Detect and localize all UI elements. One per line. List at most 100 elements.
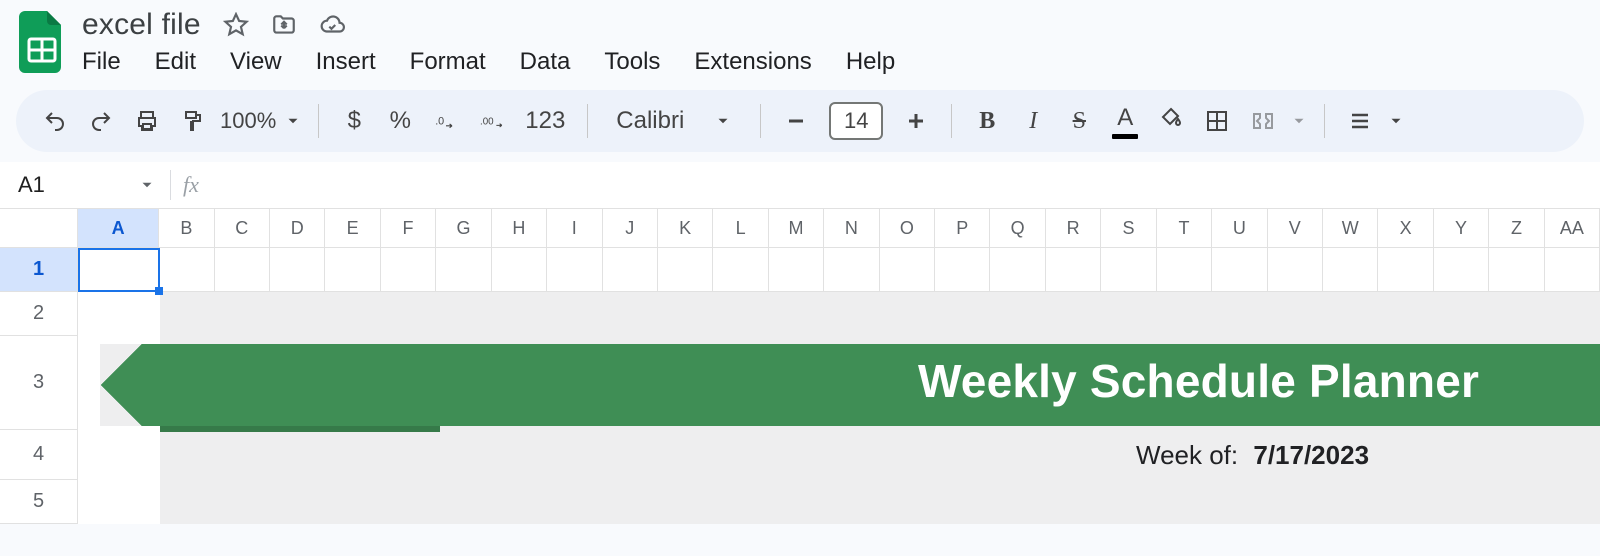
column-header[interactable]: N [824, 209, 879, 247]
cell[interactable] [1157, 248, 1212, 292]
font-size-input[interactable]: 14 [829, 102, 883, 140]
cell[interactable] [603, 248, 658, 292]
cell[interactable] [1378, 248, 1433, 292]
menu-view[interactable]: View [230, 48, 282, 76]
cell[interactable] [436, 248, 491, 292]
column-header[interactable]: C [215, 209, 270, 247]
column-header[interactable]: V [1268, 209, 1323, 247]
font-size-decrease-button[interactable] [777, 102, 815, 140]
cell[interactable] [1046, 248, 1101, 292]
chevron-down-icon[interactable] [1387, 112, 1405, 130]
column-header[interactable]: P [935, 209, 990, 247]
row-header[interactable]: 4 [0, 430, 78, 480]
menu-tools[interactable]: Tools [604, 48, 660, 76]
cell[interactable] [325, 248, 380, 292]
cell[interactable] [935, 248, 990, 292]
column-header[interactable]: W [1323, 209, 1378, 247]
cloud-status-icon[interactable] [319, 12, 345, 38]
column-header[interactable]: F [381, 209, 436, 247]
format-123-button[interactable]: 123 [519, 102, 571, 140]
menu-file[interactable]: File [82, 48, 121, 76]
menu-help[interactable]: Help [846, 48, 895, 76]
text-color-button[interactable]: A [1106, 102, 1144, 140]
formula-input[interactable] [211, 162, 1600, 208]
cell[interactable] [769, 248, 824, 292]
column-header[interactable]: X [1378, 209, 1433, 247]
cell[interactable] [824, 248, 879, 292]
name-box[interactable]: A1 [0, 172, 170, 198]
paint-format-button[interactable] [174, 102, 212, 140]
cell[interactable] [78, 430, 159, 480]
format-percent-button[interactable]: % [381, 102, 419, 140]
cell[interactable] [492, 248, 547, 292]
cell[interactable] [215, 248, 270, 292]
cell[interactable] [78, 248, 159, 292]
cell[interactable] [1101, 248, 1156, 292]
column-header[interactable]: S [1101, 209, 1156, 247]
fill-color-button[interactable] [1152, 102, 1190, 140]
column-header[interactable]: K [658, 209, 713, 247]
column-header[interactable]: I [547, 209, 602, 247]
format-currency-button[interactable]: $ [335, 102, 373, 140]
cell[interactable] [658, 248, 713, 292]
column-header[interactable]: Q [990, 209, 1045, 247]
strike-button[interactable]: S [1060, 102, 1098, 140]
column-header[interactable]: H [492, 209, 547, 247]
menu-edit[interactable]: Edit [155, 48, 196, 76]
font-family-dropdown[interactable]: Calibri [604, 107, 744, 135]
app-icon[interactable] [16, 8, 68, 76]
bold-button[interactable]: B [968, 102, 1006, 140]
cell[interactable] [1323, 248, 1378, 292]
borders-button[interactable] [1198, 102, 1236, 140]
font-size-increase-button[interactable] [897, 102, 935, 140]
cell[interactable] [381, 248, 436, 292]
chevron-down-icon[interactable] [1290, 112, 1308, 130]
star-icon[interactable] [223, 12, 249, 38]
column-header[interactable]: U [1212, 209, 1267, 247]
column-header[interactable]: B [159, 209, 214, 247]
cell[interactable] [990, 248, 1045, 292]
column-header[interactable]: M [769, 209, 824, 247]
horizontal-align-button[interactable] [1341, 102, 1379, 140]
menu-data[interactable]: Data [520, 48, 571, 76]
column-header[interactable]: R [1046, 209, 1101, 247]
cell[interactable] [1212, 248, 1267, 292]
column-header[interactable]: E [325, 209, 380, 247]
cell[interactable] [1268, 248, 1323, 292]
column-header[interactable]: J [603, 209, 658, 247]
doc-title[interactable]: excel file [82, 8, 201, 42]
cell[interactable] [1434, 248, 1489, 292]
decrease-decimal-button[interactable]: .0 [427, 102, 465, 140]
row-header[interactable]: 1 [0, 248, 78, 292]
column-header[interactable]: L [713, 209, 768, 247]
cell[interactable] [547, 248, 602, 292]
cell[interactable] [270, 248, 325, 292]
menu-format[interactable]: Format [410, 48, 486, 76]
cell[interactable] [713, 248, 768, 292]
increase-decimal-button[interactable]: .00 [473, 102, 511, 140]
column-header[interactable]: T [1157, 209, 1212, 247]
select-all-corner[interactable] [0, 209, 78, 247]
column-header[interactable]: O [880, 209, 935, 247]
italic-button[interactable]: I [1014, 102, 1052, 140]
undo-button[interactable] [36, 102, 74, 140]
column-header[interactable]: A [78, 209, 159, 247]
move-to-drive-icon[interactable] [271, 12, 297, 38]
column-header[interactable]: G [436, 209, 491, 247]
row-header[interactable]: 2 [0, 292, 78, 336]
row-header[interactable]: 3 [0, 336, 78, 430]
cell[interactable] [78, 480, 159, 524]
cell[interactable] [1489, 248, 1544, 292]
cell[interactable] [1545, 248, 1600, 292]
merge-cells-button[interactable] [1244, 102, 1282, 140]
cell[interactable] [159, 248, 214, 292]
column-header[interactable]: Y [1434, 209, 1489, 247]
cells-area[interactable]: Weekly Schedule Planner Week of: 7/17/20… [78, 248, 1600, 524]
redo-button[interactable] [82, 102, 120, 140]
cell[interactable] [880, 248, 935, 292]
menu-insert[interactable]: Insert [316, 48, 376, 76]
column-header[interactable]: Z [1489, 209, 1544, 247]
column-header[interactable]: AA [1545, 209, 1600, 247]
zoom-dropdown[interactable]: 100% [220, 108, 302, 134]
print-button[interactable] [128, 102, 166, 140]
